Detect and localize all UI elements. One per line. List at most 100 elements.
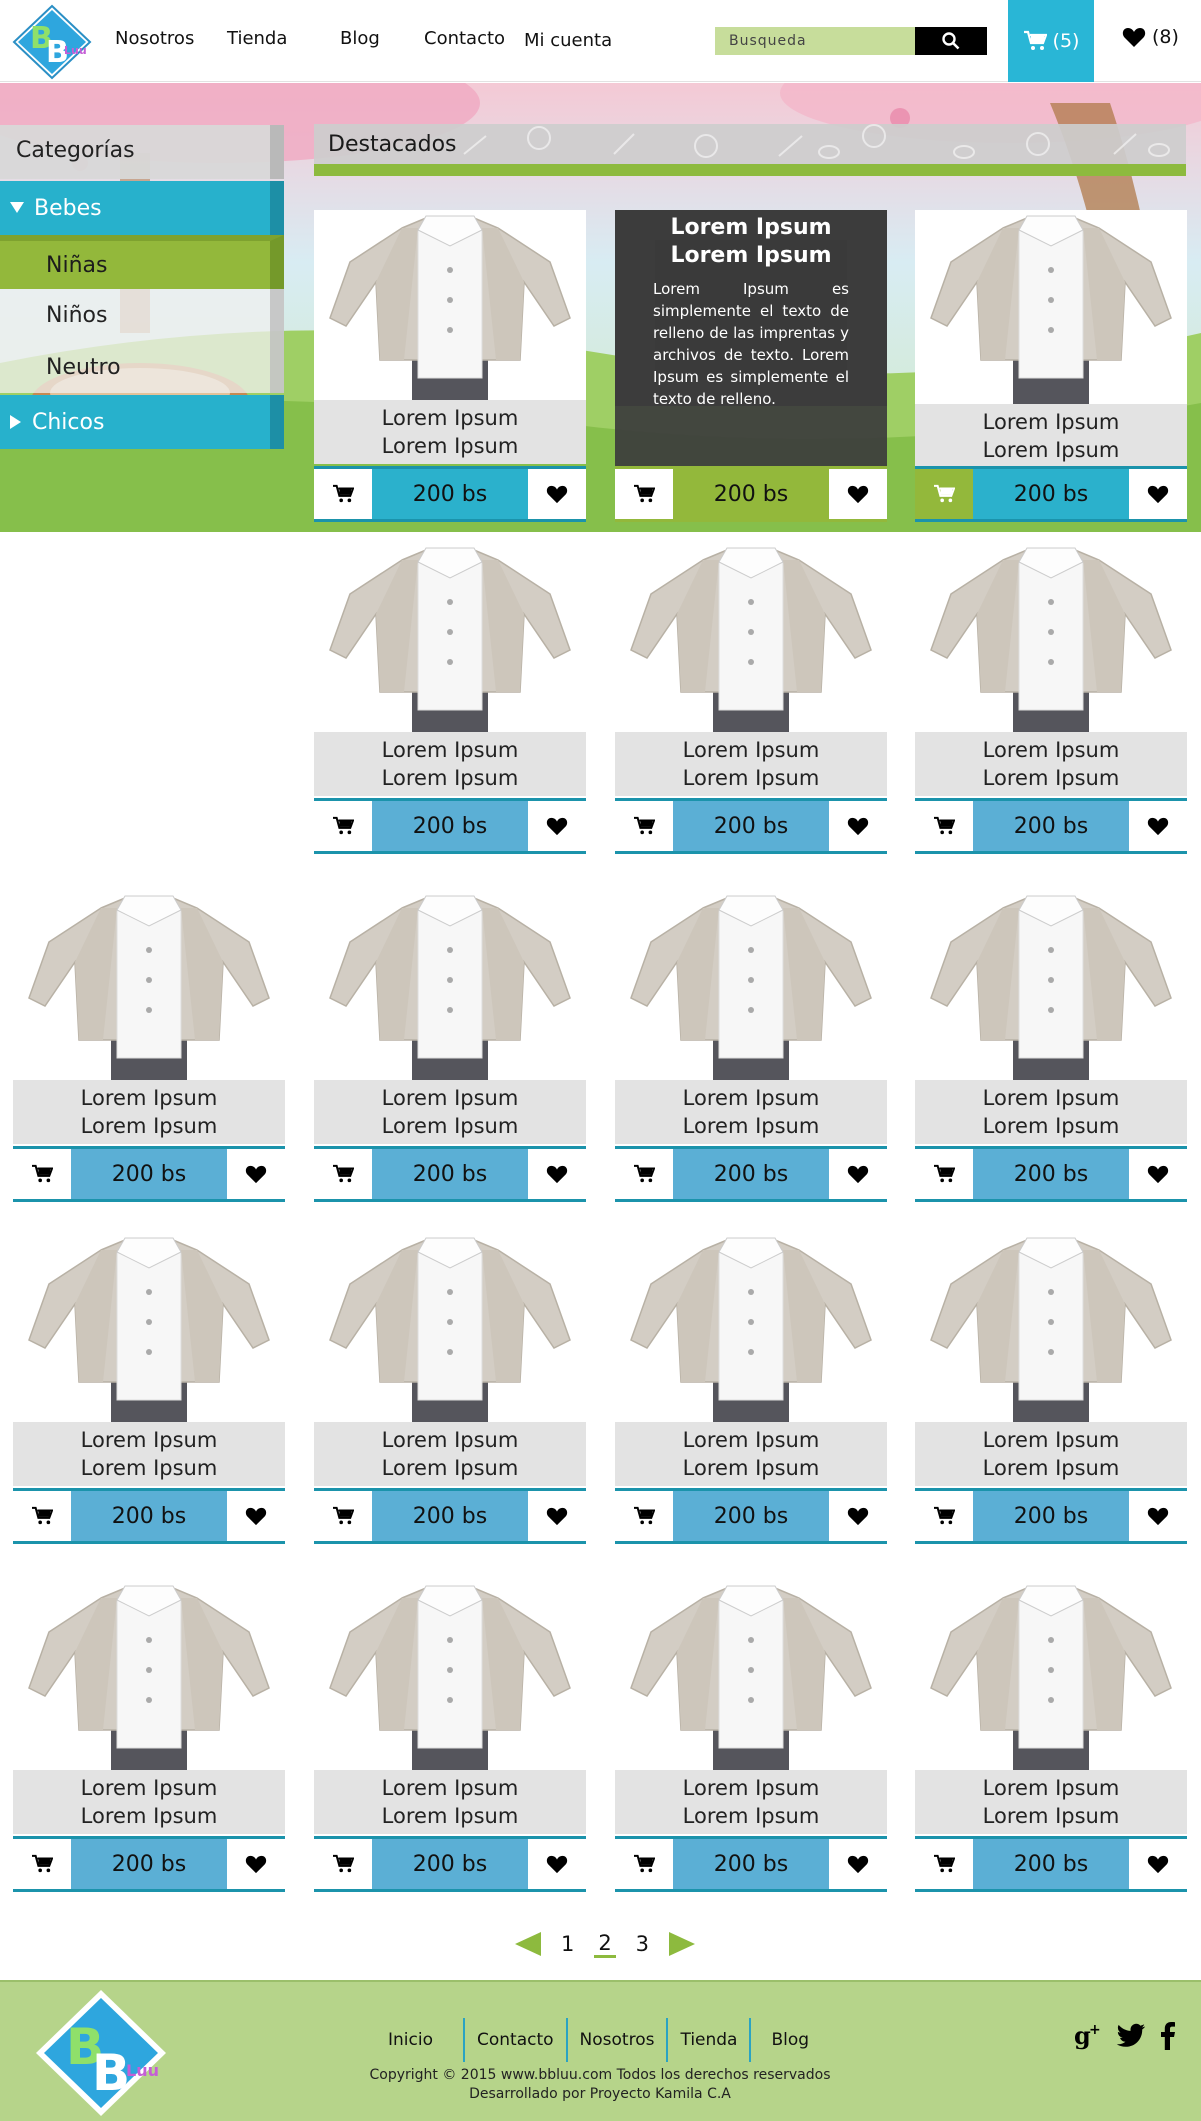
search-input[interactable] xyxy=(715,27,915,55)
product-image[interactable] xyxy=(915,1580,1187,1776)
product-image[interactable] xyxy=(615,542,887,738)
product-image[interactable] xyxy=(615,890,887,1086)
add-to-favorites-button[interactable] xyxy=(829,1149,887,1199)
product-card[interactable]: Lorem Ipsum Lorem Ipsum 200 bs xyxy=(915,542,1187,858)
add-to-cart-button[interactable] xyxy=(615,1839,673,1889)
add-to-favorites-button[interactable] xyxy=(528,801,586,851)
add-to-cart-button[interactable] xyxy=(314,1149,372,1199)
add-to-favorites-button[interactable] xyxy=(829,469,887,519)
product-image[interactable] xyxy=(615,1232,887,1428)
product-card[interactable]: Lorem Ipsum Lorem Ipsum 200 bs xyxy=(314,1232,586,1548)
nav-contacto[interactable]: Contacto xyxy=(424,28,505,49)
add-to-favorites-button[interactable] xyxy=(528,1839,586,1889)
nav-tienda[interactable]: Tienda xyxy=(227,28,287,49)
product-card[interactable]: Lorem Ipsum Lorem Ipsum 200 bs xyxy=(314,890,586,1206)
product-image[interactable] xyxy=(915,210,1187,406)
footer-link-inicio[interactable]: Inicio xyxy=(368,2018,465,2062)
subcategory-ninos[interactable]: Niños xyxy=(0,289,284,341)
favorites-button[interactable]: (8) xyxy=(1122,26,1179,48)
footer-link-nosotros[interactable]: Nosotros xyxy=(568,2018,669,2062)
cart-button[interactable]: (5) xyxy=(1008,0,1094,82)
product-card[interactable]: Lorem Ipsum Lorem Ipsum 200 bs xyxy=(615,542,887,858)
prev-page-icon[interactable] xyxy=(515,1932,541,1956)
search-button[interactable] xyxy=(915,27,987,55)
category-chicos[interactable]: Chicos xyxy=(0,395,284,449)
add-to-favorites-button[interactable] xyxy=(829,1491,887,1541)
product-image[interactable] xyxy=(915,890,1187,1086)
add-to-cart-button[interactable] xyxy=(314,469,372,519)
next-page-icon[interactable] xyxy=(669,1932,695,1956)
logo[interactable]: B B Luu xyxy=(12,4,92,80)
product-image[interactable] xyxy=(314,1232,586,1428)
add-to-favorites-button[interactable] xyxy=(227,1839,285,1889)
product-image[interactable] xyxy=(915,1232,1187,1428)
add-to-cart-button[interactable] xyxy=(314,1839,372,1889)
featured-card-1[interactable]: Lorem Ipsum Lorem Ipsum 200 bs xyxy=(314,210,586,526)
add-to-cart-button[interactable] xyxy=(915,469,973,519)
subcategory-ninas[interactable]: Niñas xyxy=(0,235,284,289)
product-hover-overlay[interactable]: Lorem Ipsum Lorem Ipsum Lorem Ipsum es s… xyxy=(615,210,887,466)
product-card[interactable]: Lorem Ipsum Lorem Ipsum 200 bs xyxy=(915,1580,1187,1896)
product-image[interactable] xyxy=(13,1580,285,1776)
subcategory-neutro[interactable]: Neutro xyxy=(0,341,284,393)
add-to-favorites-button[interactable] xyxy=(528,469,586,519)
product-card[interactable]: Lorem Ipsum Lorem Ipsum 200 bs xyxy=(915,890,1187,1206)
add-to-cart-button[interactable] xyxy=(915,801,973,851)
product-card[interactable]: Lorem Ipsum Lorem Ipsum 200 bs xyxy=(615,1580,887,1896)
page-3[interactable]: 3 xyxy=(636,1932,649,1956)
product-image[interactable] xyxy=(314,542,586,738)
category-bebes[interactable]: Bebes xyxy=(0,181,284,235)
add-to-cart-button[interactable] xyxy=(615,1149,673,1199)
add-to-cart-button[interactable] xyxy=(615,801,673,851)
product-image[interactable] xyxy=(13,890,285,1086)
add-to-cart-button[interactable] xyxy=(13,1491,71,1541)
nav-blog[interactable]: Blog xyxy=(340,28,380,49)
footer-link-tienda[interactable]: Tienda xyxy=(668,2018,752,2062)
product-card[interactable]: Lorem Ipsum Lorem Ipsum 200 bs xyxy=(915,1232,1187,1548)
product-image[interactable] xyxy=(314,210,586,406)
google-plus-icon[interactable]: g+ xyxy=(1074,2022,1104,2050)
product-card[interactable]: Lorem Ipsum Lorem Ipsum 200 bs xyxy=(615,1232,887,1548)
add-to-favorites-button[interactable] xyxy=(1129,469,1187,519)
add-to-favorites-button[interactable] xyxy=(528,1491,586,1541)
facebook-icon[interactable] xyxy=(1158,2022,1176,2050)
add-to-cart-button[interactable] xyxy=(314,1491,372,1541)
product-card[interactable]: Lorem Ipsum Lorem Ipsum 200 bs xyxy=(314,542,586,858)
add-to-cart-button[interactable] xyxy=(13,1839,71,1889)
product-card[interactable]: Lorem Ipsum Lorem Ipsum 200 bs xyxy=(13,1580,285,1896)
product-image[interactable] xyxy=(13,1232,285,1428)
add-to-favorites-button[interactable] xyxy=(1129,1149,1187,1199)
add-to-favorites-button[interactable] xyxy=(227,1149,285,1199)
add-to-cart-button[interactable] xyxy=(615,1491,673,1541)
footer-link-blog[interactable]: Blog xyxy=(751,2018,821,2062)
add-to-favorites-button[interactable] xyxy=(528,1149,586,1199)
footer-logo[interactable]: B B Luu xyxy=(34,1988,168,2118)
product-image[interactable] xyxy=(915,542,1187,738)
nav-mi-cuenta[interactable]: Mi cuenta xyxy=(524,30,612,51)
add-to-favorites-button[interactable] xyxy=(829,1839,887,1889)
twitter-icon[interactable] xyxy=(1116,2023,1146,2049)
add-to-cart-button[interactable] xyxy=(915,1149,973,1199)
footer-link-contacto[interactable]: Contacto xyxy=(465,2018,568,2062)
page-1[interactable]: 1 xyxy=(561,1932,574,1956)
add-to-cart-button[interactable] xyxy=(314,801,372,851)
product-card[interactable]: Lorem Ipsum Lorem Ipsum 200 bs xyxy=(615,890,887,1206)
add-to-cart-button[interactable] xyxy=(615,469,673,519)
add-to-cart-button[interactable] xyxy=(915,1839,973,1889)
add-to-cart-button[interactable] xyxy=(13,1149,71,1199)
add-to-favorites-button[interactable] xyxy=(1129,801,1187,851)
product-card[interactable]: Lorem Ipsum Lorem Ipsum 200 bs xyxy=(13,1232,285,1548)
product-card[interactable]: Lorem Ipsum Lorem Ipsum 200 bs xyxy=(13,890,285,1206)
product-image[interactable] xyxy=(314,890,586,1086)
add-to-favorites-button[interactable] xyxy=(1129,1491,1187,1541)
featured-card-3[interactable]: Lorem Ipsum Lorem Ipsum 200 bs xyxy=(915,210,1187,526)
product-card[interactable]: Lorem Ipsum Lorem Ipsum 200 bs xyxy=(314,1580,586,1896)
add-to-favorites-button[interactable] xyxy=(1129,1839,1187,1889)
featured-card-2-hover[interactable]: Lorem Ipsum Lorem Ipsum Lorem Ipsum es s… xyxy=(615,210,887,526)
add-to-cart-button[interactable] xyxy=(915,1491,973,1541)
page-2-current[interactable]: 2 xyxy=(594,1931,616,1958)
add-to-favorites-button[interactable] xyxy=(829,801,887,851)
add-to-favorites-button[interactable] xyxy=(227,1491,285,1541)
product-image[interactable] xyxy=(615,1580,887,1776)
product-image[interactable] xyxy=(314,1580,586,1776)
